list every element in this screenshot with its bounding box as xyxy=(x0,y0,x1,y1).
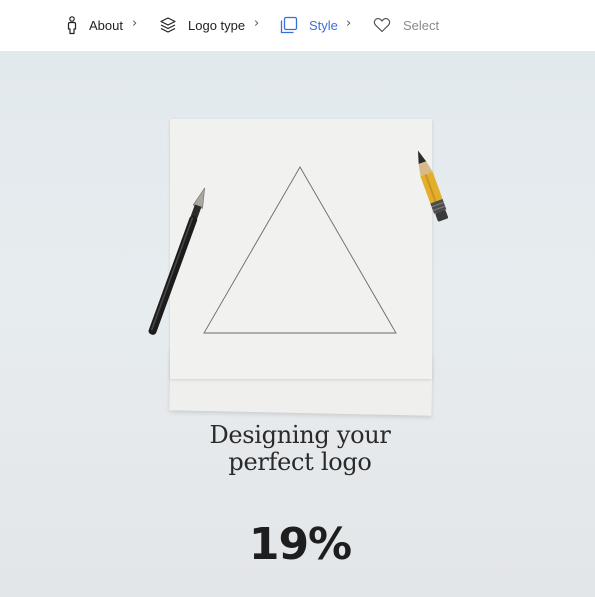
step-select[interactable]: Select xyxy=(373,14,439,36)
chevron-right-icon: › xyxy=(254,16,260,31)
step-select-label: Select xyxy=(403,17,440,33)
copy-icon xyxy=(280,15,298,35)
layers-icon xyxy=(158,15,178,35)
loading-title: Designing your perfect logo xyxy=(150,422,450,476)
step-logo-type[interactable]: Logo type xyxy=(158,14,245,36)
loading-title-line2: perfect logo xyxy=(228,448,372,476)
stepper-bar: About › Logo type › Style › Select xyxy=(0,0,595,51)
step-style[interactable]: Style xyxy=(280,14,338,36)
loading-stage: Designing your perfect logo 19% xyxy=(0,51,595,597)
step-about-label: About xyxy=(89,17,123,33)
step-about[interactable]: About xyxy=(64,14,123,36)
heart-icon xyxy=(373,15,391,35)
person-icon xyxy=(64,15,80,35)
step-logo-type-label: Logo type xyxy=(188,17,246,33)
chevron-right-icon: › xyxy=(132,16,138,31)
pen-icon xyxy=(148,187,206,335)
step-style-label: Style xyxy=(309,17,338,33)
pencil-icon xyxy=(417,150,449,222)
chevron-right-icon: › xyxy=(346,16,352,31)
loading-title-line1: Designing your xyxy=(209,421,391,449)
progress-percent: 19% xyxy=(248,519,352,570)
